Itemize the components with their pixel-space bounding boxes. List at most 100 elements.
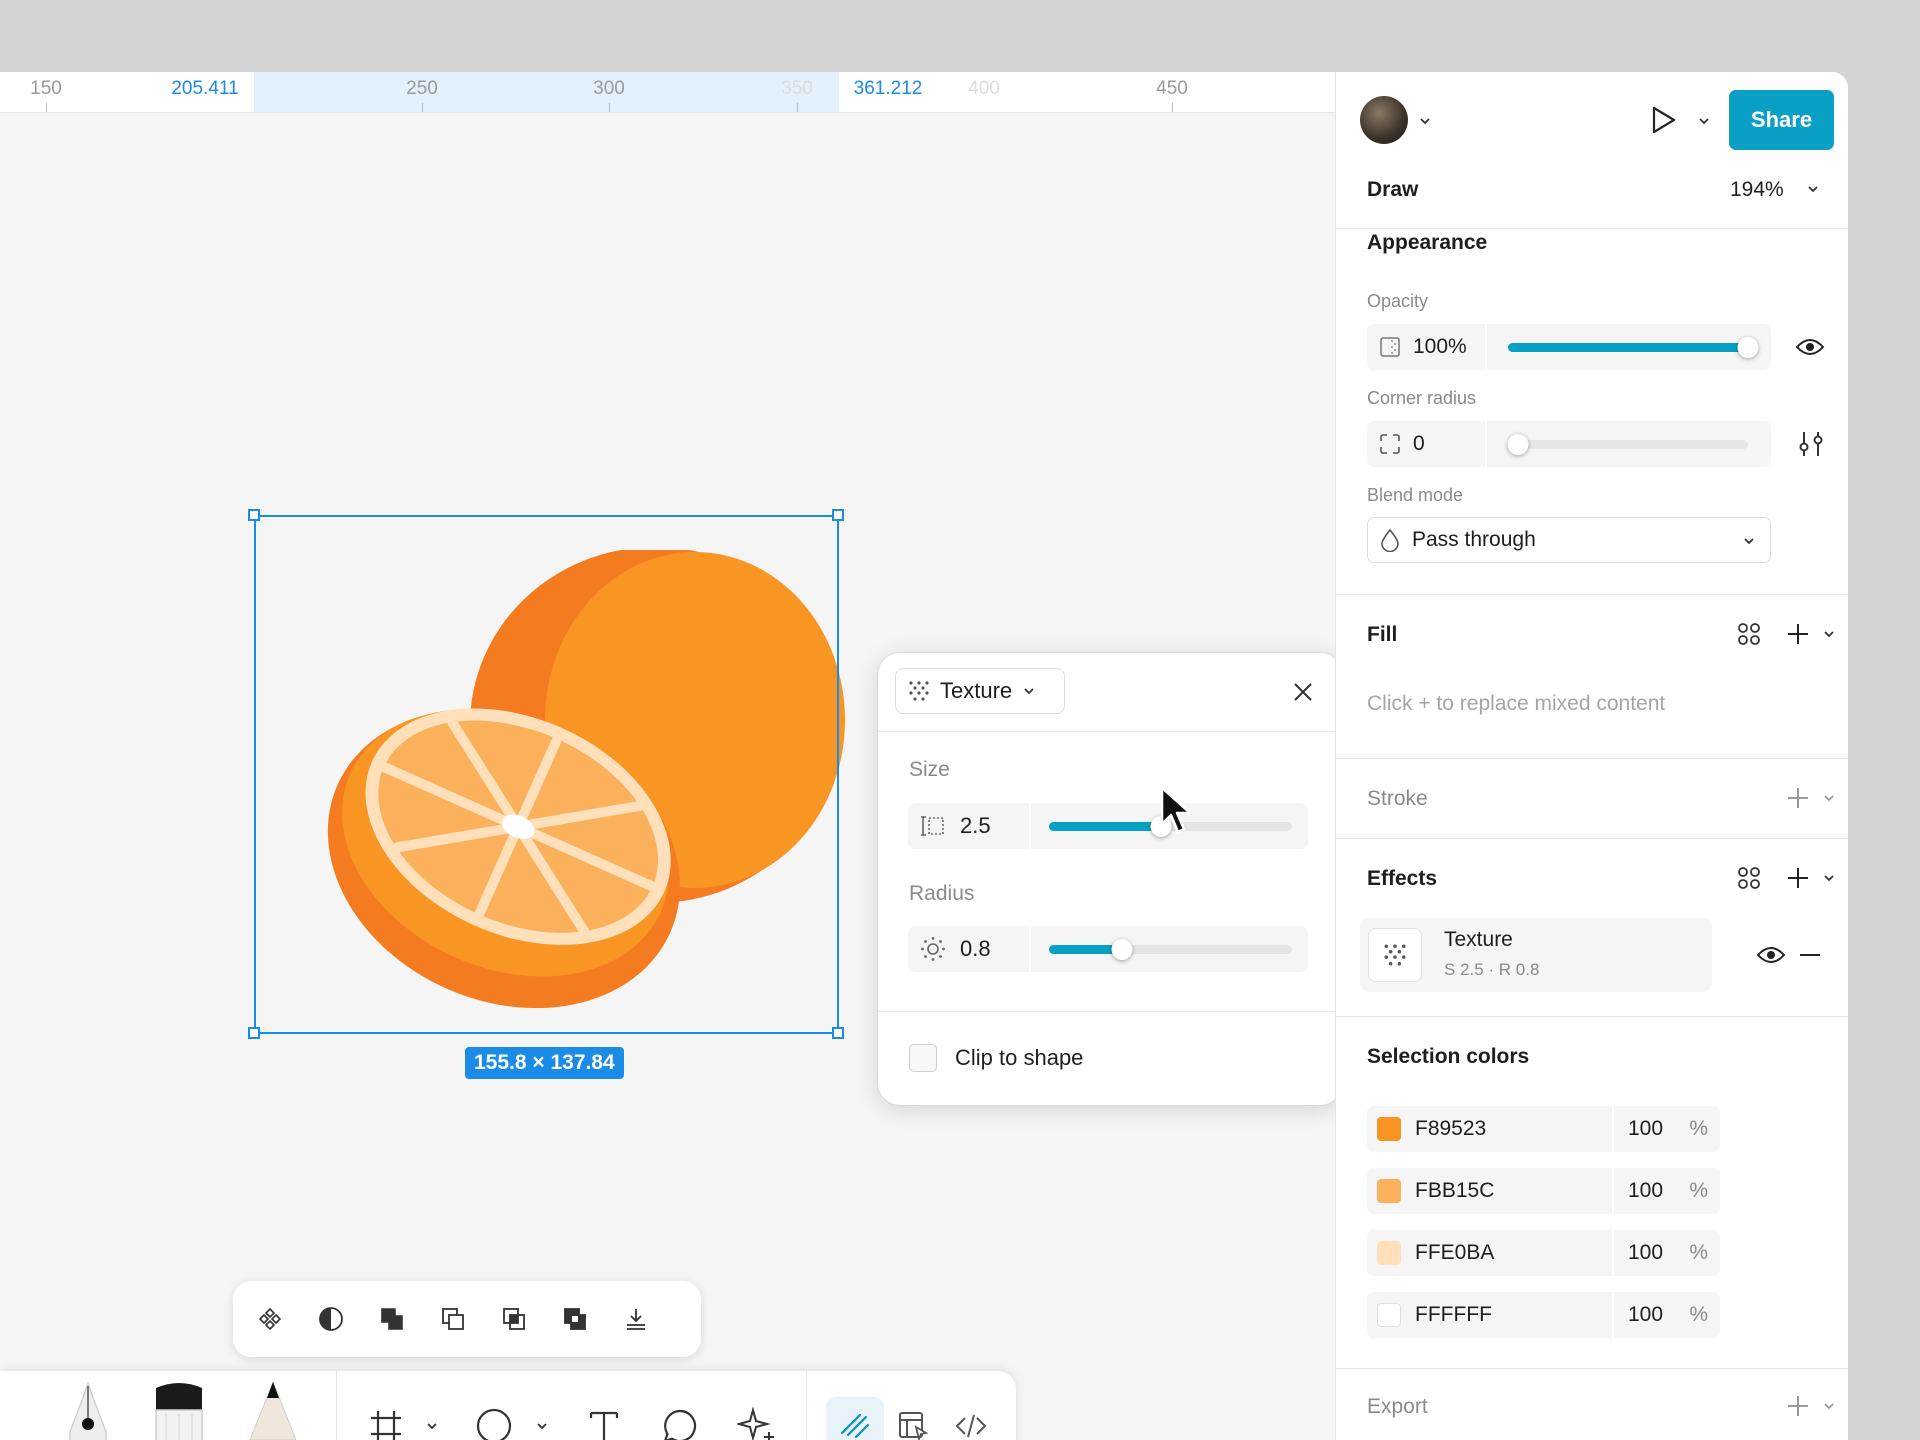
chevron-down-icon[interactable] <box>1822 627 1836 641</box>
resize-handle-top-left[interactable] <box>248 509 260 521</box>
divider <box>1336 758 1848 759</box>
corner-radius-slider-knob[interactable] <box>1507 434 1529 455</box>
effect-item-name: Texture <box>1444 928 1513 951</box>
selection-bounding-box[interactable] <box>254 515 839 1034</box>
opacity-slider-knob[interactable] <box>1737 337 1759 358</box>
ellipse-tool[interactable] <box>474 1406 514 1440</box>
frame-tool-menu[interactable] <box>422 1416 442 1436</box>
effect-type-dropdown[interactable]: Texture <box>895 668 1065 714</box>
design-mode-toggle[interactable] <box>888 1399 938 1440</box>
radius-value-input[interactable]: 0.8 <box>908 926 1031 972</box>
percent-unit: % <box>1689 1303 1708 1326</box>
texture-settings-popup: Texture Size 2.5 Radius 0.8 Clip to shap… <box>878 653 1342 1105</box>
pencil-tool[interactable] <box>246 1379 300 1440</box>
pencil-icon <box>249 1380 297 1440</box>
text-tool[interactable] <box>584 1406 624 1440</box>
chevron-down-icon[interactable] <box>1822 1399 1836 1413</box>
dev-mode-toggle[interactable] <box>946 1399 996 1440</box>
brush-tool[interactable] <box>150 1379 208 1440</box>
texture-icon <box>908 680 930 702</box>
styles-grid-icon[interactable] <box>1736 621 1762 647</box>
color-opacity-field[interactable]: 100 % <box>1614 1106 1720 1152</box>
add-stroke-icon[interactable] <box>1786 786 1810 810</box>
color-opacity-value: 100 <box>1628 1117 1664 1140</box>
styles-grid-icon[interactable] <box>1736 865 1762 891</box>
ruler-tick: 400 <box>968 78 1000 99</box>
corner-radius-input[interactable]: 0 <box>1367 421 1487 467</box>
color-hex-field[interactable]: FFE0BA <box>1367 1230 1612 1276</box>
share-button[interactable]: Share <box>1729 90 1834 150</box>
color-swatch[interactable] <box>1377 1303 1401 1327</box>
flatten-icon[interactable] <box>619 1302 653 1336</box>
independent-corners-icon[interactable] <box>1798 430 1824 458</box>
blend-mode-dropdown[interactable]: Pass through <box>1367 517 1771 563</box>
color-hex-field[interactable]: FBB15C <box>1367 1168 1612 1214</box>
color-hex-field[interactable]: FFFFFF <box>1367 1292 1612 1338</box>
texture-effect-icon-button[interactable] <box>1368 928 1422 982</box>
divider <box>1336 228 1848 229</box>
chevron-down-icon[interactable] <box>1697 114 1711 128</box>
draw-mode-icon <box>840 1413 870 1439</box>
resize-handle-top-right[interactable] <box>832 509 844 521</box>
radius-slider[interactable] <box>1049 939 1292 960</box>
corner-radius-icon <box>1380 434 1400 454</box>
union-icon[interactable] <box>375 1302 409 1336</box>
color-swatch[interactable] <box>1377 1179 1401 1203</box>
ruler-mark <box>422 103 423 112</box>
size-value: 2.5 <box>960 813 991 838</box>
percent-unit: % <box>1689 1241 1708 1264</box>
frame-icon <box>371 1411 401 1440</box>
shape-tool-menu[interactable] <box>532 1416 552 1436</box>
clip-to-shape-checkbox[interactable] <box>909 1044 937 1072</box>
texture-effect-item[interactable]: Texture S 2.5 · R 0.8 <box>1360 918 1712 992</box>
comment-tool[interactable] <box>660 1406 700 1440</box>
play-icon[interactable] <box>1648 104 1678 136</box>
clip-to-shape-label[interactable]: Clip to shape <box>955 1045 1083 1071</box>
eye-icon[interactable] <box>1756 944 1786 966</box>
selection-color-row[interactable]: F89523 100 % <box>1367 1106 1720 1152</box>
subtract-icon[interactable] <box>436 1302 470 1336</box>
opacity-slider[interactable] <box>1508 337 1759 358</box>
color-opacity-field[interactable]: 100 % <box>1614 1292 1720 1338</box>
frame-tool[interactable] <box>366 1406 406 1440</box>
close-button[interactable] <box>1290 679 1316 705</box>
comment-icon <box>664 1409 697 1440</box>
opacity-input[interactable]: 100% <box>1367 324 1487 370</box>
mask-icon[interactable] <box>314 1302 348 1336</box>
color-hex-field[interactable]: F89523 <box>1367 1106 1612 1152</box>
zoom-level[interactable]: 194% <box>1730 178 1784 202</box>
chevron-down-icon[interactable] <box>1418 114 1432 128</box>
ai-actions-tool[interactable] <box>736 1404 778 1440</box>
color-opacity-field[interactable]: 100 % <box>1614 1230 1720 1276</box>
pen-tool[interactable] <box>60 1379 116 1440</box>
radius-slider-knob[interactable] <box>1111 939 1133 960</box>
draw-mode-toggle[interactable] <box>826 1397 884 1440</box>
size-value-input[interactable]: 2.5 <box>908 803 1031 849</box>
avatar[interactable] <box>1360 96 1408 144</box>
add-effect-icon[interactable] <box>1786 866 1810 890</box>
selection-colors-title: Selection colors <box>1367 1045 1530 1068</box>
resize-handle-bottom-left[interactable] <box>248 1027 260 1039</box>
chevron-down-icon[interactable] <box>1822 871 1836 885</box>
color-swatch[interactable] <box>1377 1117 1401 1141</box>
add-export-icon[interactable] <box>1786 1394 1810 1418</box>
exclude-icon[interactable] <box>558 1302 592 1336</box>
add-fill-icon[interactable] <box>1786 622 1810 646</box>
selection-color-row[interactable]: FFFFFF 100 % <box>1367 1292 1720 1338</box>
selection-color-row[interactable]: FBB15C 100 % <box>1367 1168 1720 1214</box>
horizontal-ruler: 150 205.411 250 300 350 361.212 400 450 <box>0 72 1335 113</box>
intersect-icon[interactable] <box>497 1302 531 1336</box>
selection-dimensions-label: 155.8 × 137.84 <box>465 1047 624 1079</box>
chevron-down-icon[interactable] <box>1806 182 1820 196</box>
selection-color-row[interactable]: FFE0BA 100 % <box>1367 1230 1720 1276</box>
color-swatch[interactable] <box>1377 1241 1401 1265</box>
remove-effect-icon[interactable] <box>1798 944 1822 966</box>
resize-handle-bottom-right[interactable] <box>832 1027 844 1039</box>
design-canvas[interactable]: 155.8 × 137.84 Texture Size 2.5 Radius 0… <box>0 113 1342 1440</box>
corner-radius-slider[interactable] <box>1507 434 1748 455</box>
chevron-down-icon[interactable] <box>1822 791 1836 805</box>
eye-icon[interactable] <box>1795 336 1825 358</box>
color-opacity-field[interactable]: 100 % <box>1614 1168 1720 1214</box>
component-icon[interactable] <box>253 1302 287 1336</box>
effect-item-detail: S 2.5 · R 0.8 <box>1444 960 1540 979</box>
